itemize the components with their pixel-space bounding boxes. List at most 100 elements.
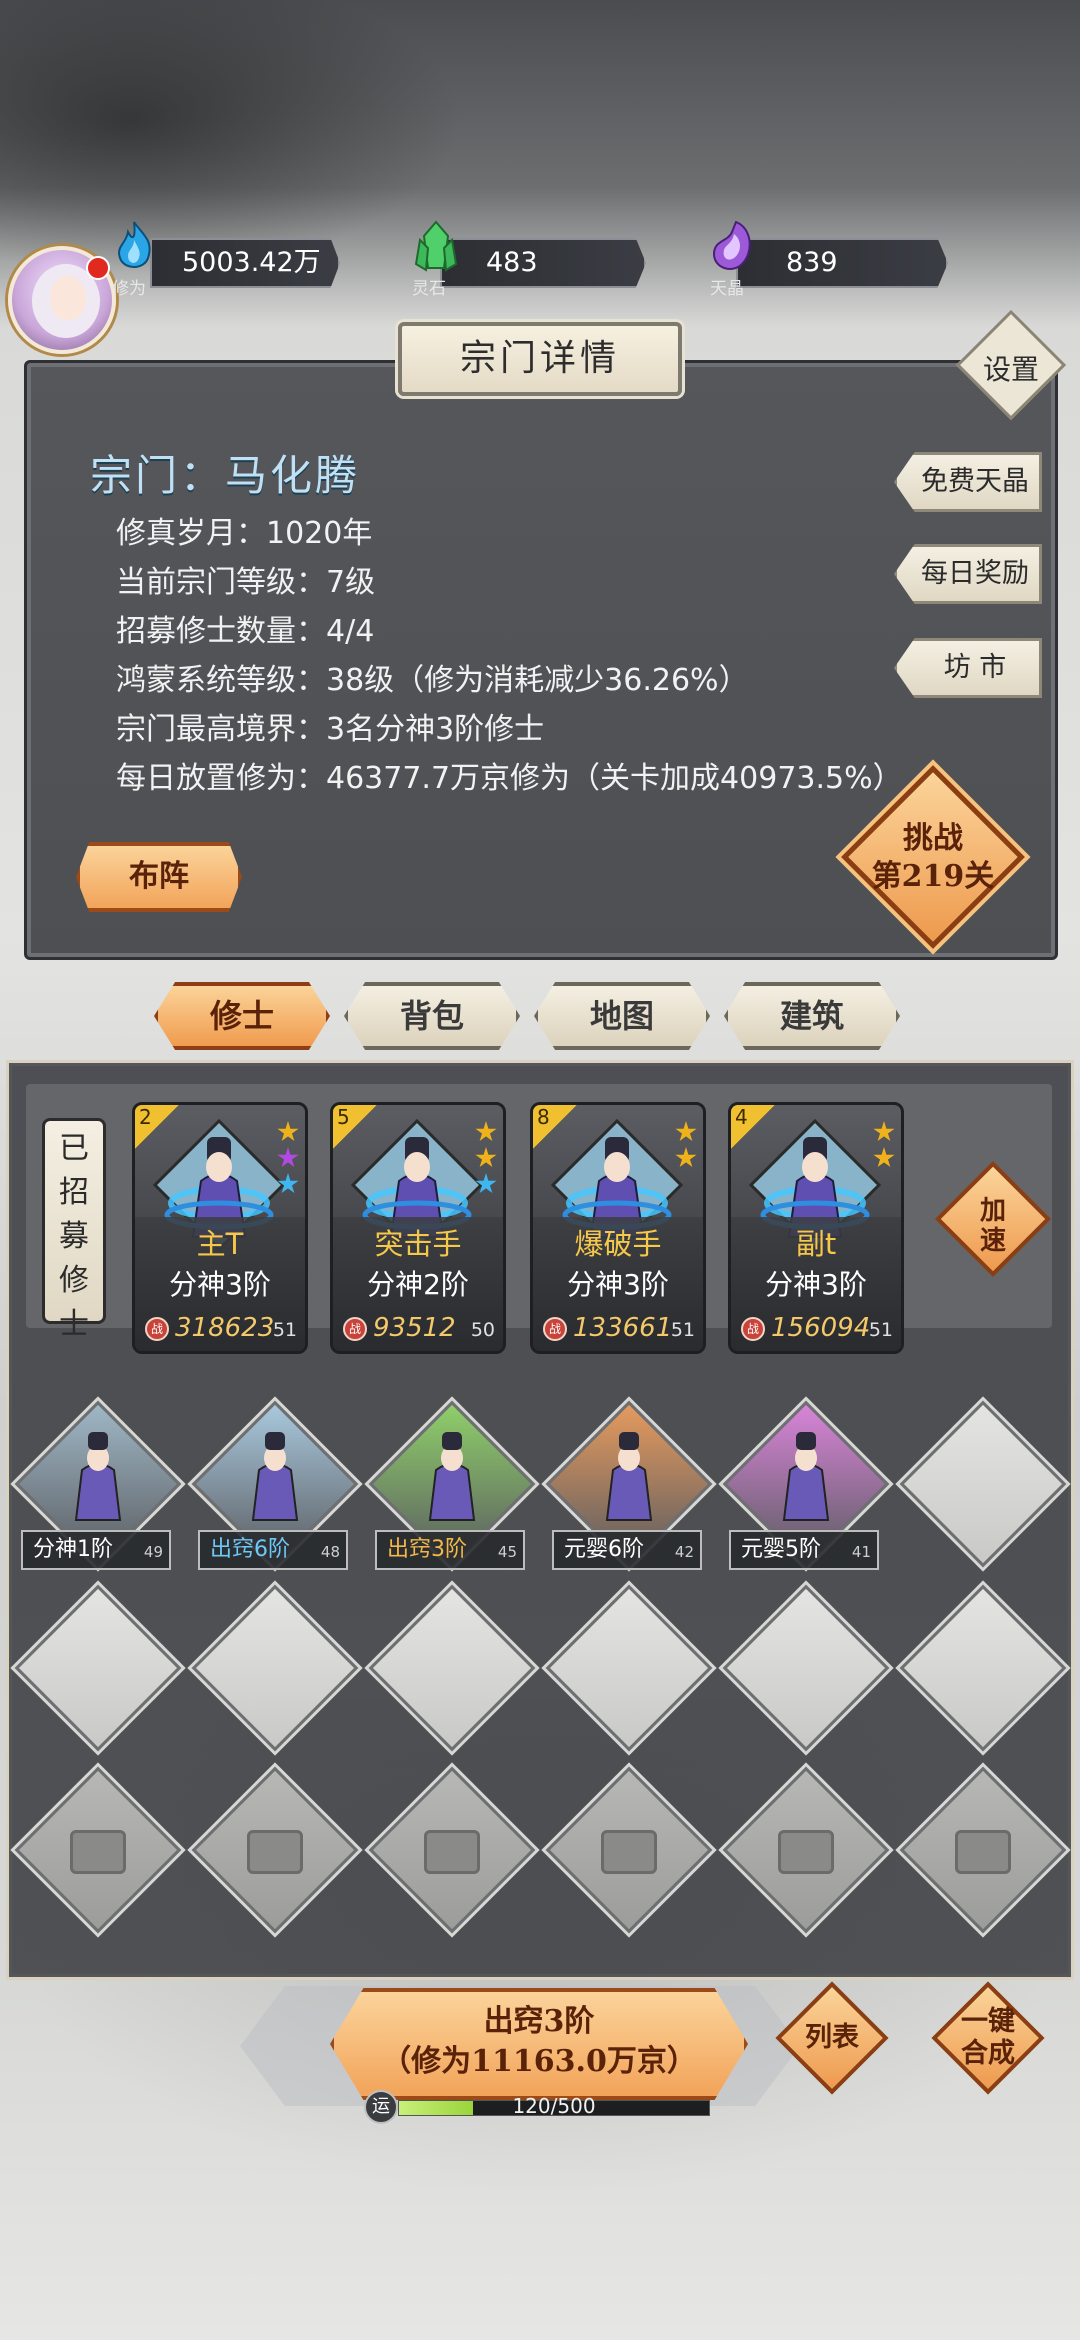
tab-map[interactable]: 地图 (534, 982, 710, 1050)
tab-map-label: 地图 (589, 997, 654, 1035)
one-key-merge-line2: 合成 (961, 2038, 1015, 2069)
recruited-card[interactable]: 4 副t 分神3阶战 156094 51 (728, 1102, 904, 1354)
one-key-merge-label: 一键 合成 (933, 2006, 1043, 2070)
market-label: 坊 市 (943, 652, 1007, 683)
card-slot-number: 4 (735, 1105, 748, 1129)
lock-icon (247, 1830, 303, 1874)
card-slot-number: 5 (337, 1105, 350, 1129)
challenge-label-line1: 挑战 (903, 821, 963, 856)
tab-cultivators-label: 修士 (209, 997, 274, 1035)
spirit-stone-value: 483 (486, 247, 538, 278)
tab-cultivators[interactable]: 修士 (154, 982, 330, 1050)
luck-icon: 运 (364, 2090, 398, 2124)
cultivation-resource-bar: 5003.42万京 (150, 238, 340, 288)
cultivator-realm: 分神3阶 (765, 1268, 867, 1301)
info-recruit-count: 招募修士数量：4/4 (116, 614, 375, 649)
cultivator-realm-tag: 出窍6阶 48 (198, 1530, 348, 1570)
realm-tag-text: 分神1阶 (33, 1537, 113, 1562)
settings-label: 设置 (982, 353, 1039, 386)
cultivation-value: 5003.42万京 (182, 247, 321, 324)
battle-power-value: 93512 (373, 1313, 456, 1343)
daily-reward-button[interactable]: 每日奖励 (894, 544, 1042, 604)
notification-dot (86, 256, 110, 280)
spirit-stone-resource-bar: 483 (440, 238, 646, 288)
recruited-label: 已招募修士 (59, 1131, 89, 1342)
lock-icon (70, 1830, 126, 1874)
tab-buildings-label: 建筑 (779, 997, 844, 1035)
cultivator-realm: 分神3阶 (169, 1268, 271, 1301)
one-key-merge-line1: 一键 (961, 2006, 1015, 2037)
cultivator-figure (225, 1424, 325, 1524)
info-hongmeng-level: 鸿蒙系统等级：38级（修为消耗减少36.26%） (116, 663, 749, 698)
speed-up-label: 加速 (979, 1196, 1006, 1256)
lock-icon (601, 1830, 657, 1874)
cultivator-figure (579, 1424, 679, 1524)
info-cultivation-years: 修真岁月：1020年 (116, 516, 373, 551)
recruited-card[interactable]: 5 突击手 分神2阶战 93512 50 (330, 1102, 506, 1354)
cultivator-name: 突击手 (374, 1227, 462, 1261)
battle-power-icon: 战 (145, 1317, 169, 1341)
tab-backpack[interactable]: 背包 (344, 982, 520, 1050)
panel-title-box: 宗门详情 (398, 322, 682, 396)
challenge-label-line2: 第219关 (871, 859, 995, 894)
formation-button[interactable]: 布阵 (76, 842, 242, 912)
realm-tag-level: 45 (497, 1543, 517, 1561)
cultivator-name: 副t (795, 1227, 837, 1261)
card-slot-number: 2 (139, 1105, 152, 1129)
merge-label-line2: （修为11163.0万京） (381, 2044, 697, 2079)
cultivator-level: 51 (670, 1319, 695, 1341)
recruited-card[interactable]: 8 爆破手 分神3阶战 133661 51 (530, 1102, 706, 1354)
cultivator-level: 51 (272, 1319, 297, 1341)
realm-tag-text: 出窍3阶 (387, 1537, 467, 1562)
realm-tag-level: 42 (674, 1543, 694, 1561)
tab-buildings[interactable]: 建筑 (724, 982, 900, 1050)
sky-crystal-resource-bar: 839 (736, 238, 948, 288)
realm-tag-text: 出窍6阶 (210, 1537, 290, 1562)
battle-power-icon: 战 (741, 1317, 765, 1341)
sky-crystal-label: 天晶 (710, 279, 744, 299)
cultivator-realm-tag: 元婴5阶 41 (729, 1530, 879, 1570)
market-button[interactable]: 坊 市 (894, 638, 1042, 698)
challenge-label: 挑战 第219关 (852, 820, 1014, 896)
lock-icon (424, 1830, 480, 1874)
realm-tag-text: 元婴6阶 (564, 1537, 644, 1562)
battle-power-value: 156094 (771, 1313, 871, 1343)
lock-icon (778, 1830, 834, 1874)
cultivator-realm-tag: 出窍3阶 45 (375, 1530, 525, 1570)
blue-flame-icon (118, 221, 151, 268)
cultivator-figure (402, 1424, 502, 1524)
recruited-label-box: 已招募修士 (42, 1118, 106, 1342)
merge-label-line1: 出窍3阶 (483, 2004, 595, 2039)
card-slot-number: 8 (537, 1105, 550, 1129)
free-crystal-button[interactable]: 免费天晶 (894, 452, 1042, 512)
cultivator-realm-tag: 元婴6阶 42 (552, 1530, 702, 1570)
cultivator-figure (48, 1424, 148, 1524)
formation-label: 布阵 (129, 859, 189, 894)
cultivator-realm-tag: 分神1阶 49 (21, 1530, 171, 1570)
daily-reward-label: 每日奖励 (921, 558, 1029, 589)
info-sect-level: 当前宗门等级：7级 (116, 565, 376, 600)
info-daily-idle: 每日放置修为：46377.7万京修为（关卡加成40973.5%） (116, 761, 903, 796)
merge-label: 出窍3阶 （修为11163.0万京） (334, 1992, 744, 2082)
tab-backpack-label: 背包 (399, 997, 464, 1035)
realm-tag-level: 48 (320, 1543, 340, 1561)
purple-crystal-icon (712, 220, 751, 270)
lock-icon (955, 1830, 1011, 1874)
spirit-stone-label: 灵石 (412, 279, 446, 299)
cultivator-figure (756, 1424, 856, 1524)
realm-tag-level: 49 (143, 1543, 163, 1561)
cultivator-realm: 分神2阶 (367, 1268, 469, 1301)
realm-tag-level: 41 (851, 1543, 871, 1561)
info-highest-realm: 宗门最高境界：3名分神3阶修士 (116, 712, 545, 747)
battle-power-value: 133661 (573, 1313, 673, 1343)
merge-button[interactable]: 出窍3阶 （修为11163.0万京） (330, 1988, 748, 2100)
luck-progress-text: 120/500 (512, 2094, 596, 2118)
list-label: 列表 (805, 2022, 859, 2053)
battle-power-value: 318623 (175, 1313, 275, 1343)
cultivator-level: 50 (470, 1319, 495, 1341)
cultivator-name: 爆破手 (574, 1227, 662, 1261)
cultivation-label: 修为 (112, 279, 146, 299)
cultivator-name: 主T (196, 1227, 244, 1261)
free-crystal-label: 免费天晶 (921, 466, 1029, 497)
recruited-card[interactable]: 2 主T 分神3阶战 318623 51 (132, 1102, 308, 1354)
